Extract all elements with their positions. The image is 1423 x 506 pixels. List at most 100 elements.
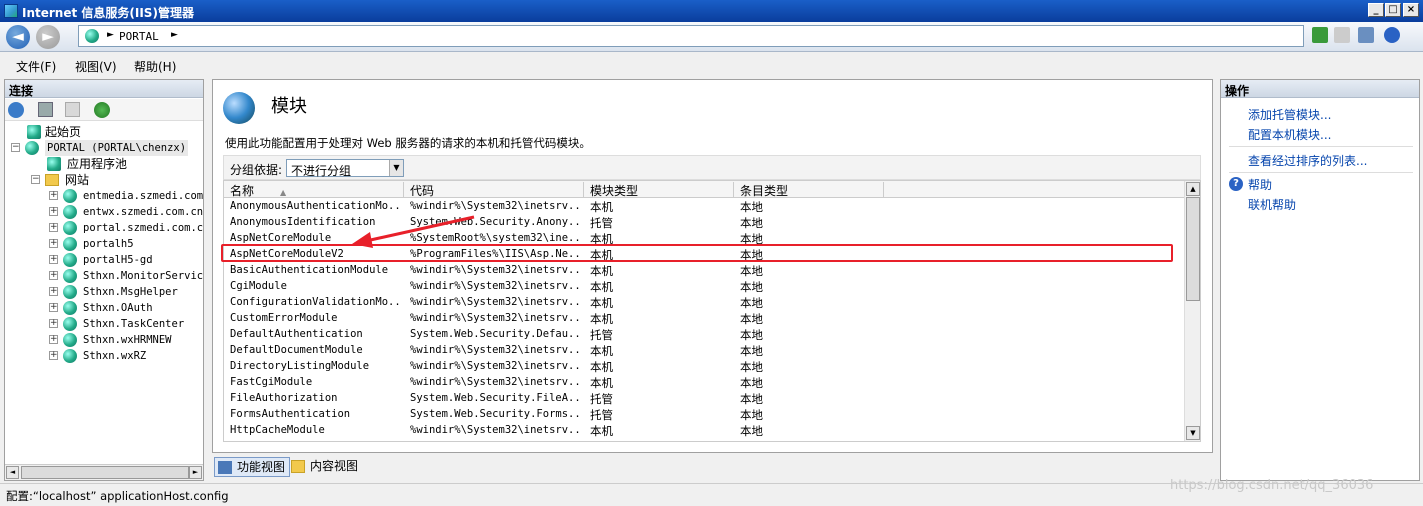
content-panel: 模块 使用此功能配置用于处理对 Web 服务器的请求的本机和托管代码模块。 分组… [212, 79, 1213, 453]
site-globe-icon [63, 333, 77, 347]
tab-features-view[interactable]: 功能视图 [214, 457, 291, 477]
sort-asc-icon: ▲ [280, 188, 287, 197]
table-row[interactable]: DefaultAuthentication System.Web.Security… [224, 327, 1186, 343]
up-icon[interactable] [65, 102, 80, 117]
page-title: 模块 [271, 96, 307, 117]
cell-entry-type: 本地 [740, 344, 763, 358]
expand-icon[interactable]: + [49, 255, 58, 264]
maximize-button[interactable]: □ [1385, 3, 1401, 17]
horizontal-scrollbar[interactable]: ◄ ► [5, 464, 203, 480]
view-ordered-list-link[interactable]: 查看经过排序的列表... [1248, 152, 1367, 169]
vertical-scrollbar[interactable]: ▲ ▼ [1184, 181, 1200, 441]
table-row[interactable]: FormsAuthentication System.Web.Security.F… [224, 407, 1186, 423]
tree-item-server[interactable]: − PORTAL (PORTAL\chenzx) [11, 140, 189, 156]
cell-name: FastCgiModule [230, 376, 313, 388]
start-page-icon [27, 125, 41, 139]
cell-module-type: 托管 [590, 216, 613, 230]
save-icon[interactable] [38, 102, 53, 117]
close-button[interactable]: × [1403, 3, 1419, 17]
minimize-button[interactable]: _ [1368, 3, 1384, 17]
column-header-code[interactable]: 代码 [404, 182, 584, 198]
group-by-label: 分组依据: [230, 163, 283, 177]
cell-entry-type: 本地 [740, 360, 763, 374]
dropdown-arrow-icon[interactable]: ▼ [389, 160, 403, 176]
expand-icon[interactable]: + [49, 287, 58, 296]
refresh-icon[interactable] [1312, 27, 1328, 43]
online-help-link[interactable]: 联机帮助 [1248, 196, 1296, 213]
title-bar: Internet 信息服务(IIS)管理器 _ □ × [0, 0, 1423, 22]
table-row[interactable]: DirectoryListingModule %windir%\System32\… [224, 359, 1186, 375]
stop-icon[interactable] [1334, 27, 1350, 43]
address-bar[interactable]: ► PORTAL ► [78, 25, 1304, 47]
cell-name: CustomErrorModule [230, 312, 338, 324]
connections-panel: 连接 起始页 − PORTAL (PORTAL\chenzx) 应用程序池 − … [4, 79, 204, 481]
back-button[interactable]: ◄ [6, 25, 30, 49]
expand-icon[interactable]: + [49, 335, 58, 344]
expand-icon[interactable]: + [49, 271, 58, 280]
column-header-module-type[interactable]: 模块类型 [584, 182, 734, 198]
help-icon: ? [1229, 177, 1243, 191]
expand-icon[interactable]: + [49, 207, 58, 216]
table-row[interactable]: ConfigurationValidationMo... %windir%\Sys… [224, 295, 1186, 311]
site-globe-icon [63, 349, 77, 363]
expand-icon[interactable]: + [49, 239, 58, 248]
breadcrumb-arrow-icon[interactable]: ► [171, 30, 178, 40]
menu-file[interactable]: 文件(F) [16, 58, 56, 75]
tab-content-view[interactable]: 内容视图 [288, 457, 362, 477]
cell-code: %windir%\System32\inetsrv... [410, 424, 582, 436]
breadcrumb-arrow-icon: ► [107, 30, 114, 40]
table-row[interactable]: HttpCacheModule %windir%\System32\inetsrv… [224, 423, 1186, 439]
cell-name: DirectoryListingModule [230, 360, 370, 372]
column-header-entry-type[interactable]: 条目类型 [734, 182, 884, 198]
expand-icon[interactable]: + [49, 223, 58, 232]
cell-code: %windir%\System32\inetsrv... [410, 312, 582, 324]
cell-code: %windir%\System32\inetsrv... [410, 264, 582, 276]
site-globe-icon [63, 285, 77, 299]
connect-icon[interactable] [8, 102, 24, 118]
menu-help[interactable]: 帮助(H) [134, 58, 176, 75]
cell-entry-type: 本地 [740, 376, 763, 390]
site-globe-icon [63, 189, 77, 203]
table-row[interactable]: CgiModule %windir%\System32\inetsrv... 本机 本… [224, 279, 1186, 295]
home-icon[interactable] [1358, 27, 1374, 43]
column-header-name[interactable]: 名称 ▲ [224, 182, 404, 198]
collapse-icon[interactable]: − [11, 143, 20, 152]
menu-view[interactable]: 视图(V) [75, 58, 117, 75]
collapse-icon[interactable]: − [31, 175, 40, 184]
add-managed-module-link[interactable]: 添加托管模块... [1248, 106, 1331, 123]
table-row[interactable]: FileAuthorization System.Web.Security.Fil… [224, 391, 1186, 407]
disconnect-icon[interactable] [94, 102, 110, 118]
site-globe-icon [63, 301, 77, 315]
help-link[interactable]: 帮助 [1248, 176, 1272, 193]
table-row[interactable]: FastCgiModule %windir%\System32\inetsrv..… [224, 375, 1186, 391]
forward-button[interactable]: ► [36, 25, 60, 49]
cell-entry-type: 本地 [740, 216, 763, 230]
site-globe-icon [63, 253, 77, 267]
cell-name: CgiModule [230, 280, 287, 292]
expand-icon[interactable]: + [49, 303, 58, 312]
cell-module-type: 本机 [590, 248, 613, 262]
help-dropdown-icon[interactable] [1384, 27, 1400, 43]
table-row[interactable]: DefaultDocumentModule %windir%\System32\i… [224, 343, 1186, 359]
features-view-icon [218, 461, 232, 474]
cell-code: %windir%\System32\inetsrv... [410, 296, 582, 308]
cell-code: %windir%\System32\inetsrv... [410, 344, 582, 356]
cell-module-type: 本机 [590, 360, 613, 374]
expand-icon[interactable]: + [49, 191, 58, 200]
expand-icon[interactable]: + [49, 319, 58, 328]
table-row[interactable]: BasicAuthenticationModule %windir%\System… [224, 263, 1186, 279]
cell-module-type: 本机 [590, 264, 613, 278]
cell-entry-type: 本地 [740, 408, 763, 422]
site-globe-icon [63, 317, 77, 331]
breadcrumb-portal[interactable]: PORTAL [119, 30, 159, 43]
cell-entry-type: 本地 [740, 264, 763, 278]
cell-entry-type: 本地 [740, 296, 763, 310]
configure-native-modules-link[interactable]: 配置本机模块... [1248, 126, 1331, 143]
site-globe-icon [63, 237, 77, 251]
table-row[interactable]: CustomErrorModule %windir%\System32\inets… [224, 311, 1186, 327]
window-title: Internet 信息服务(IIS)管理器 [22, 6, 194, 20]
cell-entry-type: 本地 [740, 328, 763, 342]
expand-icon[interactable]: + [49, 351, 58, 360]
group-by-select[interactable]: 不进行分组 ▼ [286, 159, 404, 178]
cell-entry-type: 本地 [740, 424, 763, 438]
